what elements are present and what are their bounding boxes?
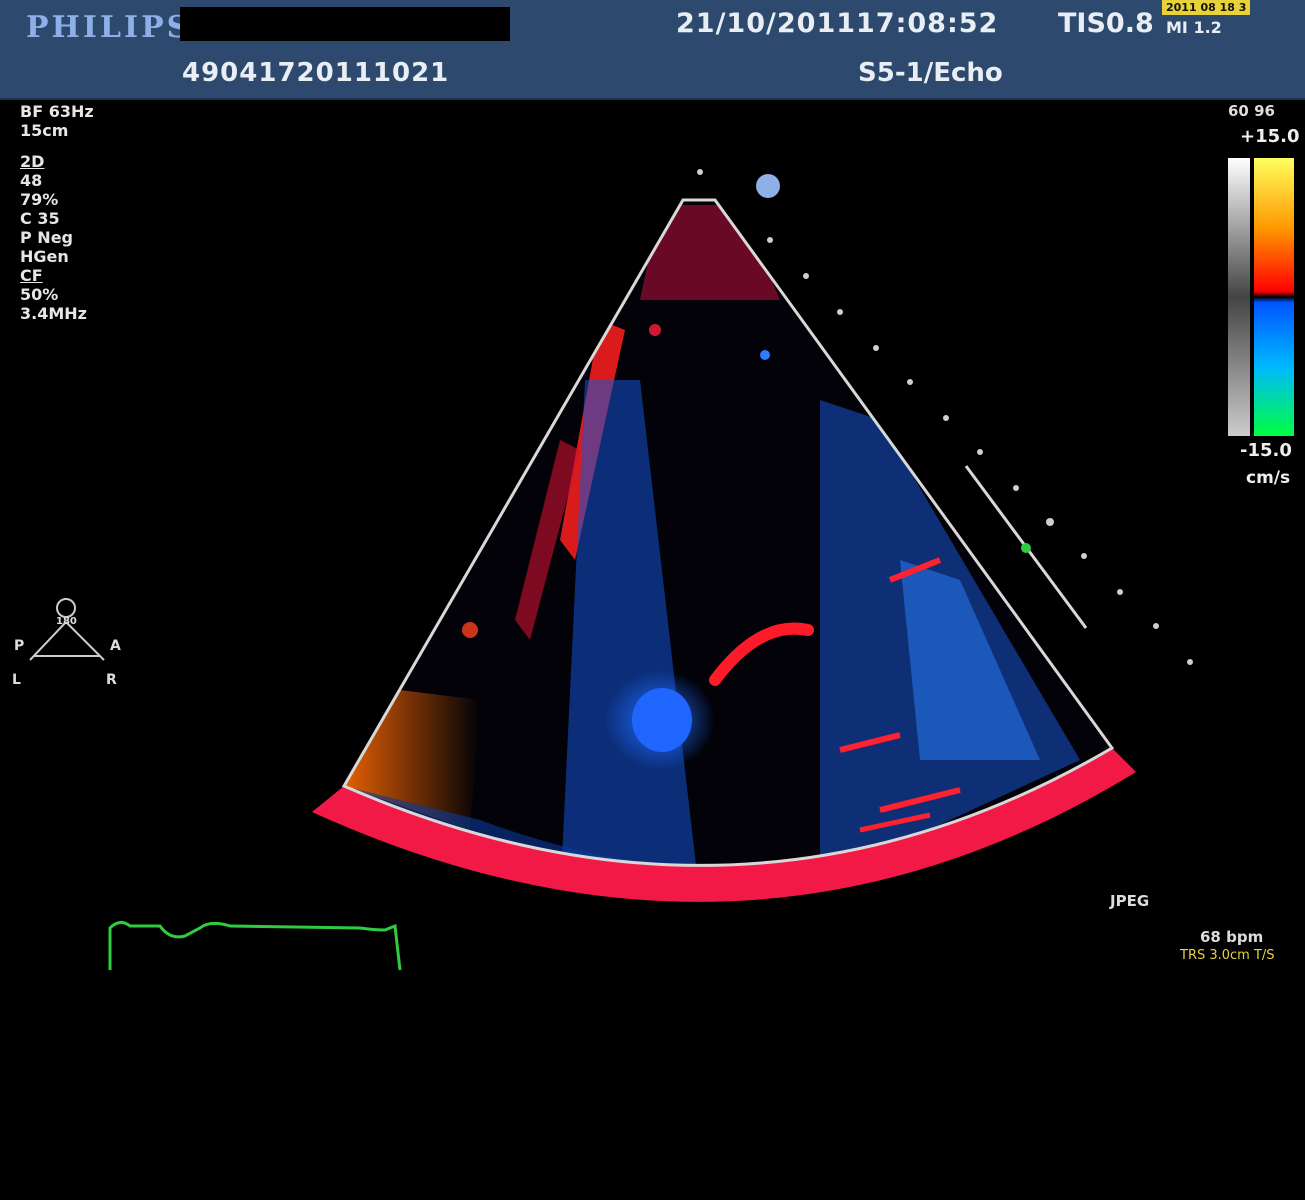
probe-logo-icon [756, 174, 780, 198]
image-format-label: JPEG [1110, 892, 1150, 910]
focus-dot [1021, 543, 1031, 553]
heart-rate: 68 bpm [1200, 928, 1264, 946]
heart-rate-detail: TRS 3.0cm T/S [1180, 948, 1275, 963]
ecg-trace [108, 921, 402, 971]
echo-sector-view [108, 169, 1193, 971]
